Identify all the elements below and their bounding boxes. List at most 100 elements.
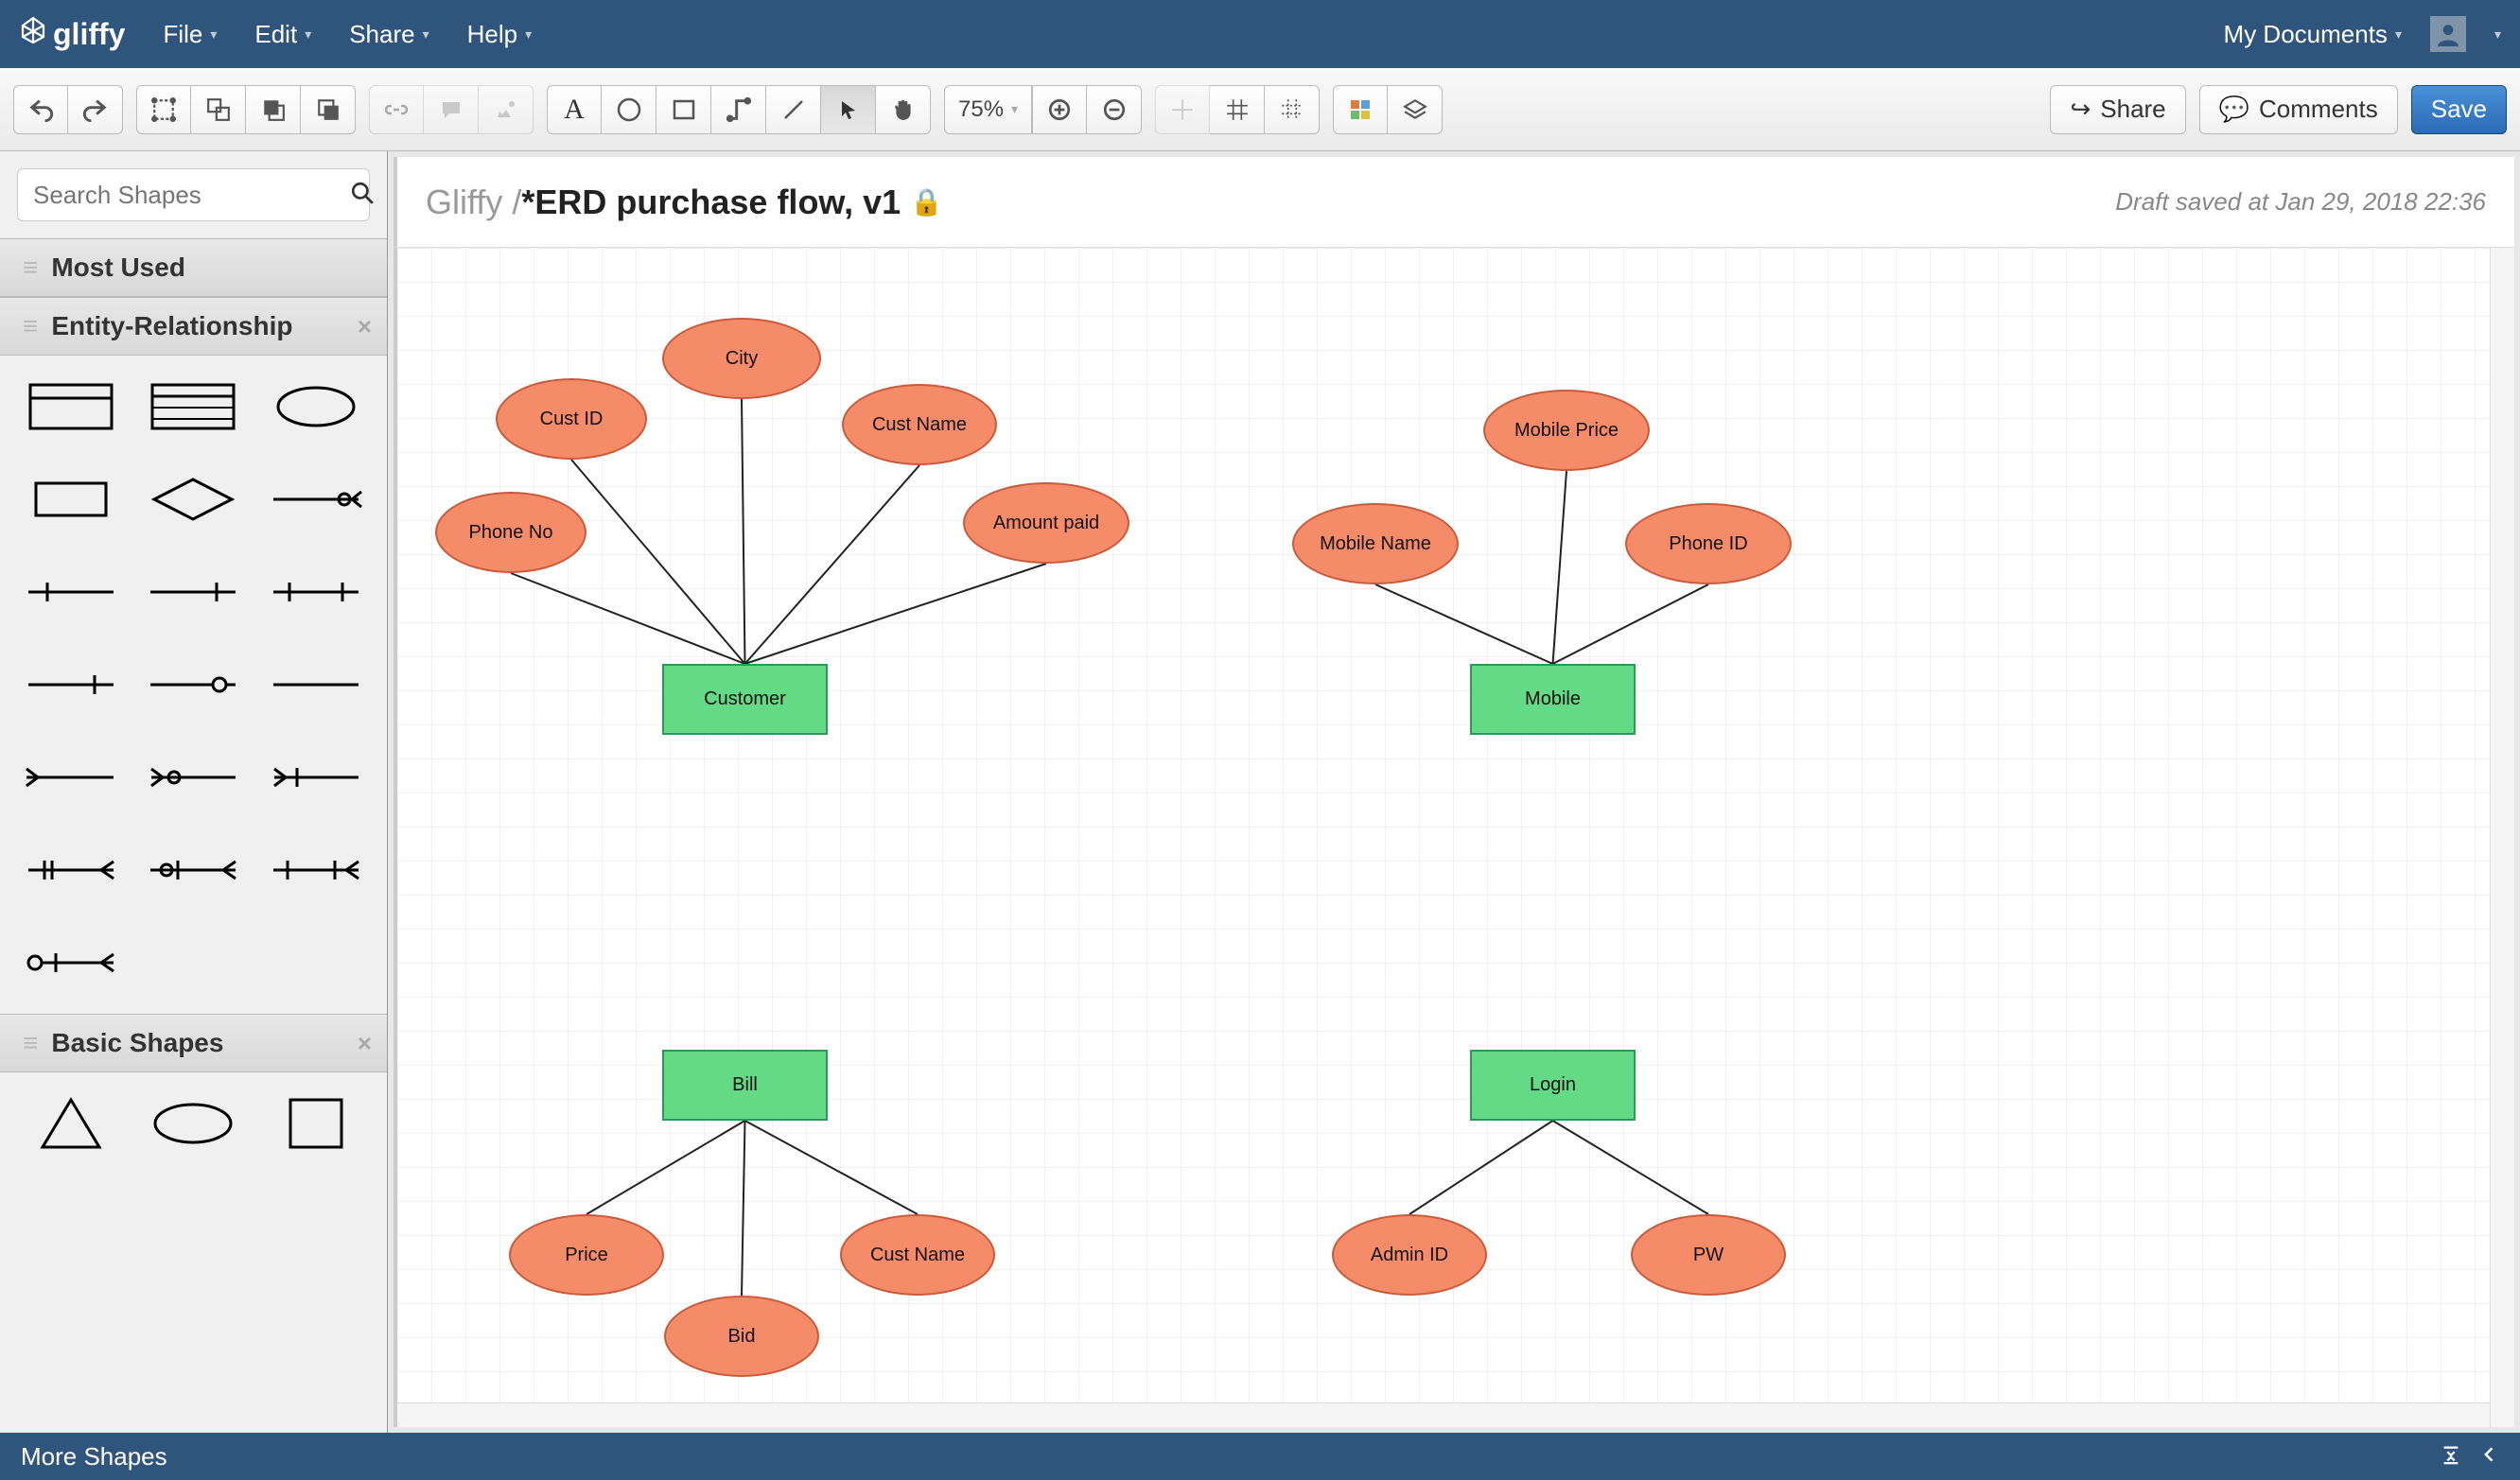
- shape-line-tick-both[interactable]: [264, 560, 368, 624]
- attribute-node[interactable]: Cust ID: [496, 378, 647, 460]
- menubar: gliffy File▾ Edit▾ Share▾ Help▾ My Docum…: [0, 0, 2520, 68]
- attribute-node[interactable]: Phone No: [435, 492, 586, 573]
- shape-many-circle[interactable]: [142, 838, 246, 902]
- category-er[interactable]: ≡ Entity-Relationship ×: [0, 297, 387, 356]
- menu-share[interactable]: Share▾: [349, 20, 429, 49]
- shape-square[interactable]: [264, 1091, 368, 1156]
- shape-line-plain[interactable]: [264, 653, 368, 717]
- attribute-node[interactable]: Cust Name: [842, 384, 997, 465]
- shape-many-tick[interactable]: [19, 838, 123, 902]
- shape-many-cross[interactable]: [264, 838, 368, 902]
- chevron-down-icon[interactable]: ▾: [2494, 26, 2501, 43]
- attribute-node[interactable]: Admin ID: [1332, 1214, 1487, 1296]
- attribute-node[interactable]: Bid: [664, 1296, 819, 1377]
- category-basic[interactable]: ≡ Basic Shapes ×: [0, 1014, 387, 1072]
- my-documents-link[interactable]: My Documents▾: [2224, 20, 2402, 49]
- document-title[interactable]: *ERD purchase flow, v1: [521, 183, 901, 222]
- ungroup-button[interactable]: [191, 85, 246, 134]
- undo-button[interactable]: [13, 85, 68, 134]
- search-input[interactable]: [33, 181, 350, 210]
- bring-front-button[interactable]: [246, 85, 301, 134]
- user-avatar[interactable]: [2430, 16, 2466, 52]
- menu-help[interactable]: Help▾: [467, 20, 533, 49]
- pan-tool[interactable]: [876, 85, 931, 134]
- logo-text: gliffy: [53, 17, 125, 52]
- popup-button[interactable]: [479, 85, 534, 134]
- guides-button[interactable]: [1265, 85, 1320, 134]
- shape-ellipse[interactable]: [264, 374, 368, 439]
- shape-entity[interactable]: [19, 374, 123, 439]
- category-most-used[interactable]: ≡ Most Used: [0, 238, 387, 297]
- attribute-node[interactable]: Mobile Price: [1483, 390, 1650, 471]
- menu-edit[interactable]: Edit▾: [254, 20, 311, 49]
- redo-button[interactable]: [68, 85, 123, 134]
- shape-line-circle[interactable]: [142, 653, 246, 717]
- menu-file[interactable]: File▾: [163, 20, 217, 49]
- attribute-node[interactable]: Mobile Name: [1292, 503, 1459, 584]
- save-button[interactable]: Save: [2411, 85, 2507, 134]
- close-icon[interactable]: ×: [358, 1029, 372, 1058]
- grip-icon: ≡: [23, 311, 38, 341]
- snap-button[interactable]: [1155, 85, 1210, 134]
- search-icon: [350, 181, 375, 210]
- theme-button[interactable]: [1333, 85, 1388, 134]
- lock-icon: 🔒: [910, 186, 943, 218]
- comments-icon: 💬: [2219, 95, 2249, 124]
- attribute-node[interactable]: Price: [509, 1214, 664, 1296]
- shape-line-tick-left[interactable]: [19, 560, 123, 624]
- search-shapes[interactable]: [17, 168, 370, 221]
- link-button[interactable]: [369, 85, 424, 134]
- shape-crow-left[interactable]: [19, 745, 123, 810]
- entity-customer[interactable]: Customer: [662, 664, 828, 735]
- shape-crow-circle[interactable]: [142, 745, 246, 810]
- expand-icon[interactable]: [2441, 1442, 2461, 1471]
- comments-button[interactable]: 💬Comments: [2199, 85, 2398, 134]
- entity-login[interactable]: Login: [1470, 1050, 1636, 1121]
- attribute-node[interactable]: PW: [1631, 1214, 1786, 1296]
- shape-line-tick-right[interactable]: [142, 560, 246, 624]
- line-tool[interactable]: [766, 85, 821, 134]
- zoom-out-button[interactable]: [1087, 85, 1142, 134]
- toolbar: A 75%▾ ↪Share 💬Comments Save: [0, 68, 2520, 151]
- scrollbar-vertical[interactable]: [2490, 248, 2514, 1427]
- document-header: Gliffy / *ERD purchase flow, v1 🔒 Draft …: [394, 157, 2514, 248]
- chevron-down-icon: ▾: [423, 26, 429, 43]
- layers-button[interactable]: [1388, 85, 1443, 134]
- shape-triangle[interactable]: [19, 1091, 123, 1156]
- breadcrumb[interactable]: Gliffy /: [426, 183, 521, 222]
- collapse-sidebar-icon[interactable]: [2480, 1442, 2499, 1471]
- shape-zero-many[interactable]: [19, 931, 123, 995]
- text-tool[interactable]: A: [547, 85, 602, 134]
- menubar-right: My Documents▾ ▾: [2224, 16, 2501, 52]
- connector-tool[interactable]: [711, 85, 766, 134]
- diagram-canvas[interactable]: Customer Mobile Bill Login Cust IDCity Cust N…: [394, 248, 2514, 1427]
- shape-oval[interactable]: [142, 1091, 246, 1156]
- attribute-node[interactable]: Phone ID: [1625, 503, 1792, 584]
- zoom-in-button[interactable]: [1032, 85, 1087, 134]
- shape-crow-tick[interactable]: [264, 745, 368, 810]
- shape-crow-one[interactable]: [264, 467, 368, 531]
- grip-icon: ≡: [23, 252, 38, 283]
- close-icon[interactable]: ×: [358, 312, 372, 341]
- entity-mobile[interactable]: Mobile: [1470, 664, 1636, 735]
- more-shapes-link[interactable]: More Shapes: [21, 1442, 167, 1471]
- group-button[interactable]: [136, 85, 191, 134]
- zoom-level[interactable]: 75%▾: [944, 85, 1032, 134]
- comment-button[interactable]: [424, 85, 479, 134]
- send-back-button[interactable]: [301, 85, 356, 134]
- rect-tool[interactable]: [656, 85, 711, 134]
- scrollbar-horizontal[interactable]: [397, 1402, 2490, 1427]
- entity-bill[interactable]: Bill: [662, 1050, 828, 1121]
- share-button[interactable]: ↪Share: [2050, 85, 2185, 134]
- ellipse-tool[interactable]: [602, 85, 656, 134]
- pointer-tool[interactable]: [821, 85, 876, 134]
- shape-entity-rows[interactable]: [142, 374, 246, 439]
- attribute-node[interactable]: Amount paid: [963, 482, 1129, 564]
- shape-rect[interactable]: [19, 467, 123, 531]
- shape-diamond[interactable]: [142, 467, 246, 531]
- attribute-node[interactable]: Cust Name: [840, 1214, 995, 1296]
- shape-line-cross[interactable]: [19, 653, 123, 717]
- grid-button[interactable]: [1210, 85, 1265, 134]
- chevron-down-icon: ▾: [305, 26, 311, 43]
- attribute-node[interactable]: City: [662, 318, 821, 399]
